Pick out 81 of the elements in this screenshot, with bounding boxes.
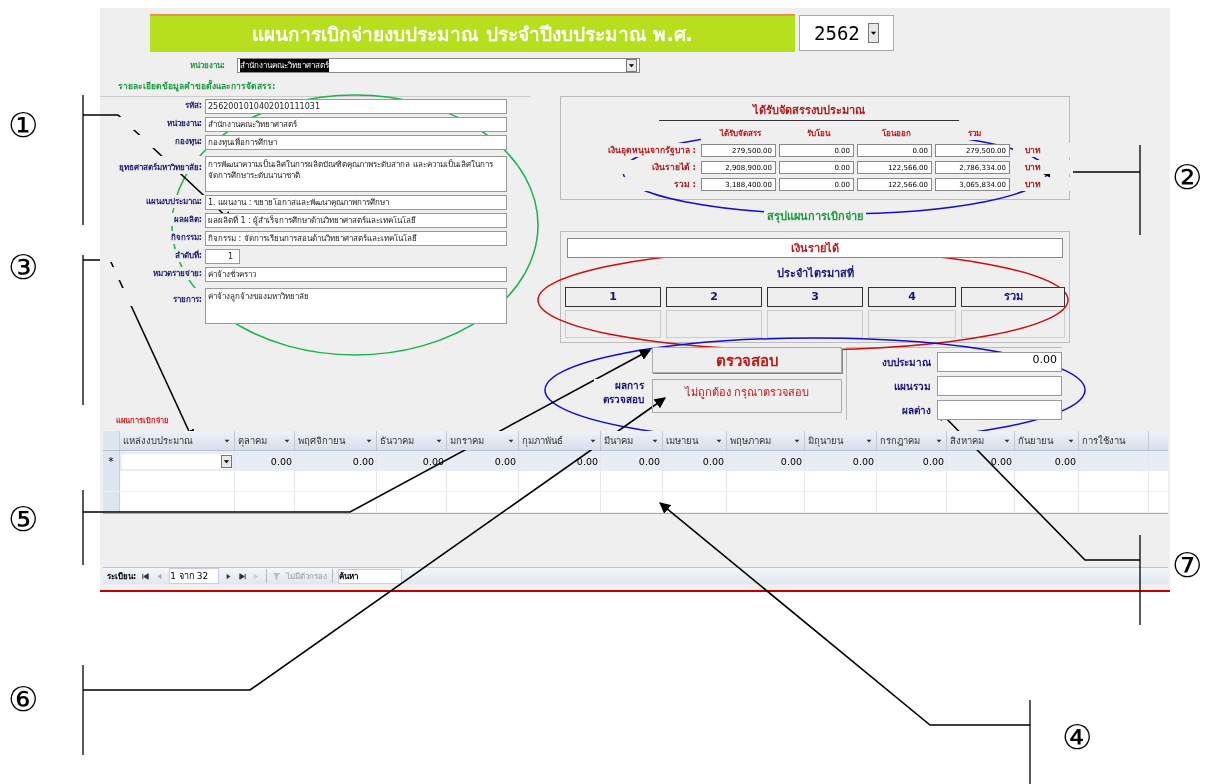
column-header[interactable]: มีนาคม [601, 431, 663, 450]
text-field[interactable]: สำนักงานคณะวิทยาศาสตร์ [205, 117, 507, 132]
callout-number: ⑥ [8, 682, 39, 716]
dropdown-icon[interactable] [626, 59, 637, 72]
column-header: โอนออก [857, 127, 935, 140]
text-area[interactable]: ค่าจ้างลูกจ้างของมหาวิทยาลัย [205, 288, 507, 324]
unit-label: บาท [1013, 143, 1073, 157]
form-title: แผนการเบิกจ่ายงบประมาณ ประจำปีงบประมาณ พ.ศ. [150, 14, 795, 52]
row-selector[interactable] [103, 492, 120, 512]
column-header[interactable]: กุมภาพันธ์ [519, 431, 601, 450]
quarter-header: 4 [868, 287, 956, 307]
field-label: ผลการตรวจสอบ [594, 379, 644, 407]
table-cell: 0.00 [447, 451, 519, 471]
panel-title: ได้รับจัดสรรงบประมาณ [659, 101, 959, 121]
column-header[interactable]: กรกฎาคม [877, 431, 947, 450]
callout-number: ① [8, 108, 39, 142]
quarter-value-field[interactable] [666, 310, 762, 338]
quarter-value-field[interactable] [767, 310, 863, 338]
column-header[interactable]: แหล่งงบประมาณ [120, 431, 235, 450]
quarter-header: 2 [666, 287, 762, 307]
quarter-header: รวม [961, 287, 1065, 307]
text-field[interactable]: 2562001010402010111031 [205, 99, 507, 114]
table-cell: 0.00 [663, 451, 727, 471]
quarter-value-field[interactable] [961, 310, 1065, 338]
table-cell: 0.00 [1015, 451, 1079, 471]
callout-number: ④ [1062, 720, 1093, 754]
text-field[interactable]: ค่าจ้างชั่วคราว [205, 267, 507, 282]
text-field[interactable]: 1. แผนงาน : ขยายโอกาสและพัฒนาคุณภาพการศึกษา [205, 195, 507, 210]
text-field[interactable]: ผลผลิตที่ 1 : ผู้สำเร็จการศึกษาด้านวิทยาศาสตร์และเทคโนโลยี [205, 213, 507, 228]
table-cell: 0.00 [519, 451, 601, 471]
column-header[interactable]: พฤศจิกายน [295, 431, 377, 450]
field-label: ลำดับที่: [100, 249, 205, 262]
first-record-icon[interactable] [141, 571, 151, 581]
section-heading: สรุปแผนการเบิกจ่าย [764, 207, 866, 225]
new-record-marker: * [103, 451, 120, 471]
budget-source-field[interactable]: เงินรายได้ [567, 238, 1063, 258]
table-cell: 0.00 [877, 451, 947, 471]
column-header[interactable]: มกราคม [447, 431, 519, 450]
text-field[interactable]: 1 [205, 249, 240, 264]
column-header[interactable]: การใช้งาน [1079, 431, 1149, 450]
column-header[interactable]: กันยายน [1015, 431, 1079, 450]
column-header[interactable]: มิถุนายน [805, 431, 877, 450]
text-field[interactable]: กองทุนเพื่อการศึกษา [205, 135, 507, 150]
dropdown-icon[interactable] [221, 454, 232, 468]
result-field: ไม่ถูกต้อง กรุณาตรวจสอบ [652, 379, 842, 413]
column-header[interactable]: สิงหาคม [947, 431, 1015, 450]
total-field[interactable] [937, 376, 1062, 396]
search-field[interactable]: ค้นหา [338, 568, 403, 584]
text-area[interactable]: การพัฒนาความเป็นเลิศในการผลิตบัณฑิตคุณภาพระดับสากล และความเป็นเลิศในการจัดการศึกษาระดับนานาชาติ [205, 156, 507, 192]
total-field[interactable] [937, 400, 1062, 420]
table-cell: 0.00 [235, 451, 295, 471]
total-field[interactable]: 0.00 [937, 352, 1062, 372]
quarter-value-field[interactable] [868, 310, 956, 338]
table-cell: 0.00 [601, 451, 663, 471]
dropdown-icon[interactable] [867, 23, 879, 43]
quarter-header: 3 [767, 287, 863, 307]
callout-number: ② [1172, 160, 1203, 194]
callout-number: ⑤ [8, 502, 39, 536]
table-cell: 0.00 [947, 451, 1015, 471]
column-header: ได้รับจัดสรร [701, 127, 779, 140]
column-header[interactable]: ตุลาคม [235, 431, 295, 450]
table-cell: 0.00 [727, 451, 805, 471]
column-header[interactable]: พฤษภาคม [727, 431, 805, 450]
record-position-field[interactable]: 1 จาก 32 [169, 568, 220, 584]
navigation-label: ระเบียน: [107, 570, 137, 583]
table-cell: 0.00 [805, 451, 877, 471]
column-header[interactable]: เมษายน [663, 431, 727, 450]
combo-field[interactable] [122, 453, 232, 469]
table-cell: 0.00 [377, 451, 447, 471]
callout-number: ⑦ [1172, 548, 1203, 582]
column-header[interactable]: ธันวาคม [377, 431, 447, 450]
check-button[interactable]: ตรวจสอบ [652, 347, 842, 373]
unit-dropdown[interactable]: สำนักงานคณะวิทยาศาสตร์ [237, 58, 640, 73]
text-field[interactable]: กิจกรรม : จัดการเรียนการสอนด้านวิทยาศาสตร์และเทคโนโลยี [205, 231, 507, 246]
year-field[interactable]: 2562 [799, 15, 894, 51]
quarter-value-field[interactable] [565, 310, 661, 338]
quarter-header: 1 [565, 287, 661, 307]
column-header: รับโอน [779, 127, 857, 140]
table-cell: 0.00 [295, 451, 377, 471]
last-record-icon[interactable] [238, 571, 248, 581]
callout-number: ③ [8, 250, 39, 284]
